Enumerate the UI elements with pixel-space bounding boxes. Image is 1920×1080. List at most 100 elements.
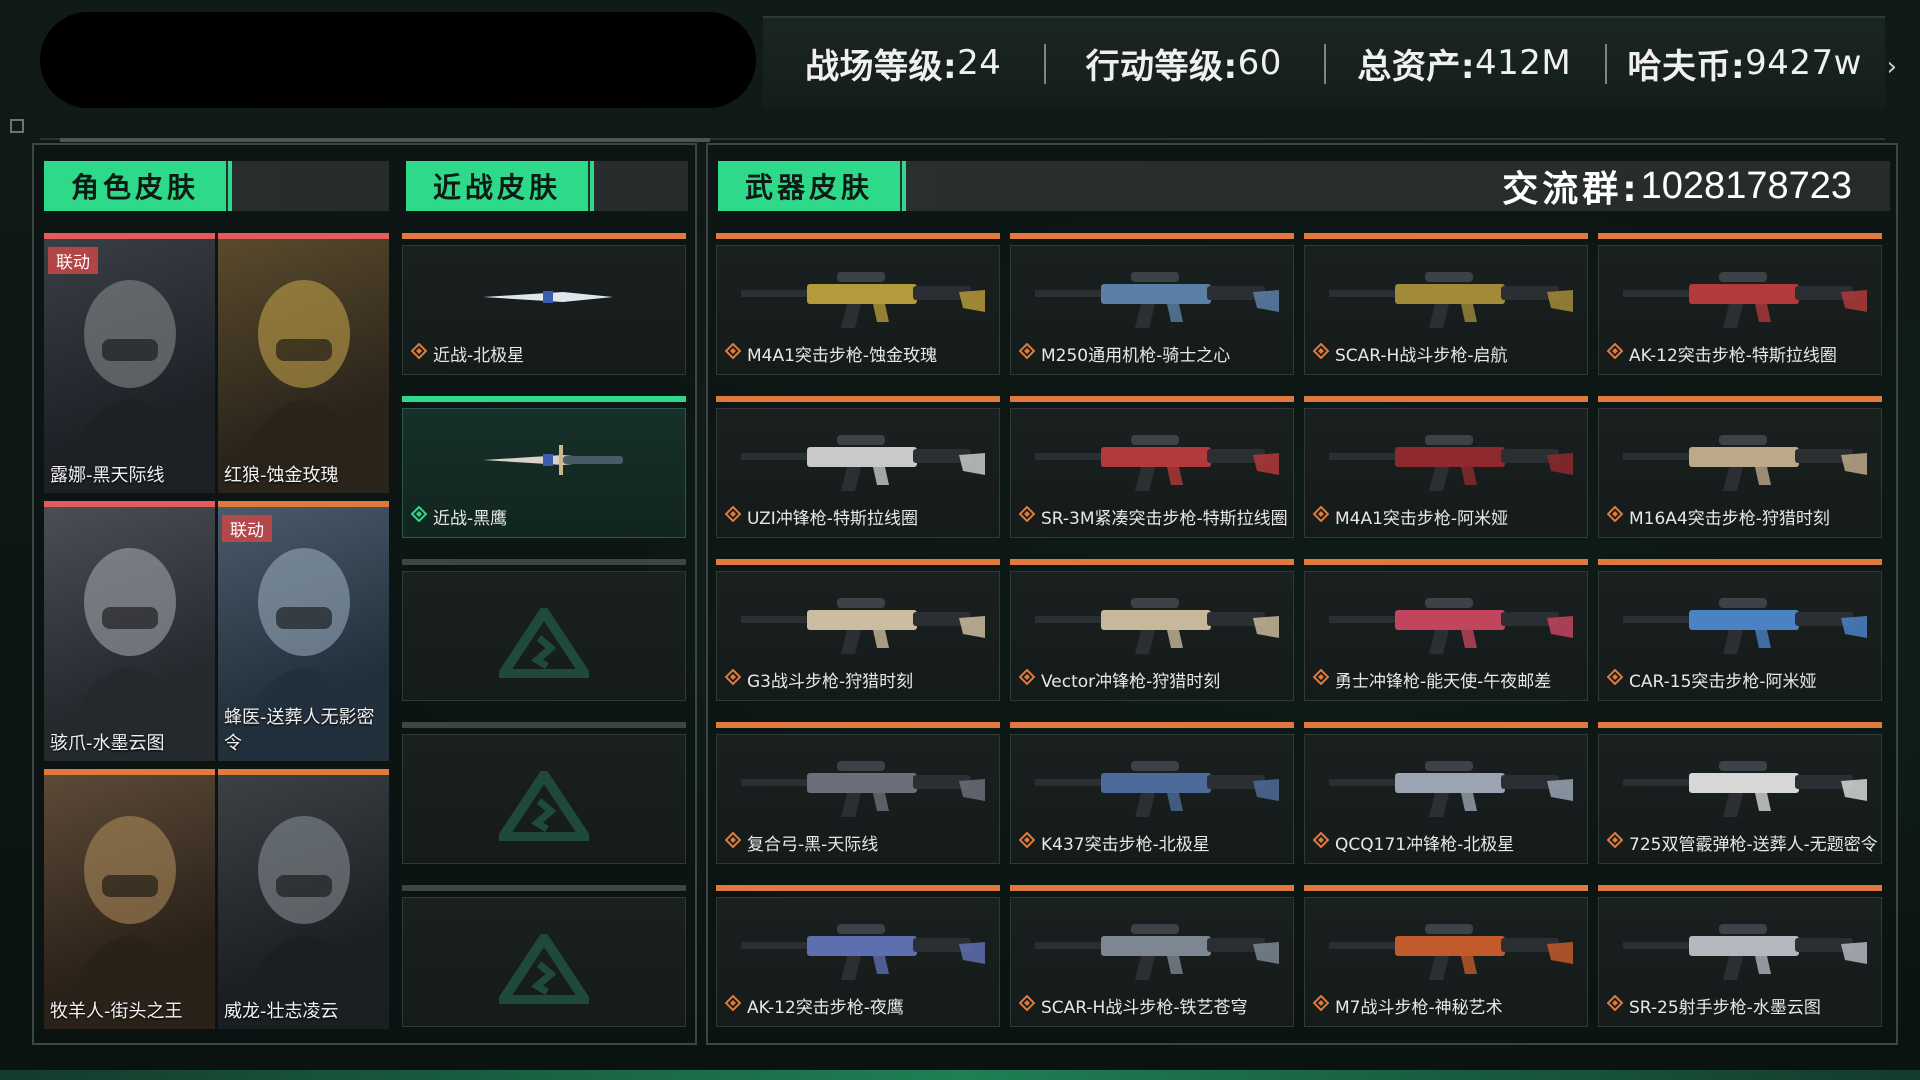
character-name: 牧羊人-街头之王 bbox=[50, 1001, 183, 1022]
weapon-skin-name: SCAR-H战斗步枪-启航 bbox=[1335, 346, 1508, 366]
weapon-skin-card[interactable]: M4A1突击步枪-蚀金玫瑰 bbox=[716, 233, 1000, 375]
weapon-skin-label: Vector冲锋枪-狩猎时刻 bbox=[1019, 667, 1220, 692]
weapon-skin-label: 勇士冲锋枪-能天使-午夜邮差 bbox=[1313, 667, 1551, 692]
card-body bbox=[402, 734, 686, 864]
melee-skin-card[interactable]: 近战-黑鹰 bbox=[402, 396, 686, 538]
weapon-skin-card[interactable]: QCQ171冲锋枪-北极星 bbox=[1304, 722, 1588, 864]
stat-label: 总资产: bbox=[1357, 46, 1475, 87]
weapon-skin-card[interactable]: Vector冲锋枪-狩猎时刻 bbox=[1010, 559, 1294, 701]
weapon-image bbox=[1035, 761, 1279, 817]
weapon-skin-card[interactable]: UZI冲锋枪-特斯拉线圈 bbox=[716, 396, 1000, 538]
melee-empty-slot[interactable] bbox=[402, 885, 686, 1027]
stat-label: 行动等级: bbox=[1085, 46, 1238, 87]
melee-skin-name: 近战-黑鹰 bbox=[433, 509, 508, 529]
weapon-image bbox=[1623, 435, 1867, 491]
rarity-icon bbox=[725, 995, 741, 1016]
weapon-image bbox=[1329, 598, 1573, 654]
character-card[interactable]: 威龙-壮志凌云 bbox=[218, 769, 389, 1029]
group-chat-title: 交流群: bbox=[1502, 169, 1641, 210]
melee-skin-card[interactable]: 近战-北极星 bbox=[402, 233, 686, 375]
weapon-skin-label: CAR-15突击步枪-阿米娅 bbox=[1607, 667, 1817, 692]
weapon-image bbox=[1623, 598, 1867, 654]
card-body: M4A1突击步枪-蚀金玫瑰 bbox=[716, 245, 1000, 375]
melee-empty-slot[interactable] bbox=[402, 722, 686, 864]
weapon-skin-card[interactable]: 勇士冲锋枪-能天使-午夜邮差 bbox=[1304, 559, 1588, 701]
collab-badge: 联动 bbox=[222, 515, 272, 542]
weapon-skin-card[interactable]: SCAR-H战斗步枪-启航 bbox=[1304, 233, 1588, 375]
empty-slot-logo-icon bbox=[499, 934, 589, 1004]
character-card[interactable]: 牧羊人-街头之王 bbox=[44, 769, 215, 1029]
card-body: CAR-15突击步枪-阿米娅 bbox=[1598, 571, 1882, 701]
character-name: 露娜-黑天际线 bbox=[50, 465, 165, 486]
rarity-icon bbox=[1607, 343, 1623, 364]
tab-weapon-skins[interactable]: 武器皮肤 bbox=[718, 161, 906, 211]
stat-havoc-coins: 哈夫币: 9427w bbox=[1604, 18, 1886, 108]
bottom-accent-bar bbox=[0, 1070, 1920, 1080]
tab-melee-skins[interactable]: 近战皮肤 bbox=[406, 161, 594, 211]
character-card[interactable]: 联动 蜂医-送葬人无影密令 bbox=[218, 501, 389, 761]
rarity-icon bbox=[1313, 832, 1329, 853]
top-bar: 战场等级: 24 行动等级: 60 总资产: 412M 哈夫币: 9427w › bbox=[40, 12, 1897, 108]
weapon-image bbox=[1035, 272, 1279, 328]
weapon-skin-card[interactable]: 725双管霰弹枪-送葬人-无题密令 bbox=[1598, 722, 1882, 864]
weapon-skin-name: 勇士冲锋枪-能天使-午夜邮差 bbox=[1335, 672, 1552, 692]
weapon-skin-name: AK-12突击步枪-特斯拉线圈 bbox=[1629, 346, 1837, 366]
weapon-skin-card[interactable]: M4A1突击步枪-阿米娅 bbox=[1304, 396, 1588, 538]
character-portrait bbox=[44, 239, 215, 493]
stat-value: 9427w bbox=[1745, 43, 1862, 83]
weapon-skin-card[interactable]: CAR-15突击步枪-阿米娅 bbox=[1598, 559, 1882, 701]
card-body: SCAR-H战斗步枪-铁艺苍穹 bbox=[1010, 897, 1294, 1027]
tab-character-skins[interactable]: 角色皮肤 bbox=[44, 161, 232, 211]
weapon-skin-label: M16A4突击步枪-狩猎时刻 bbox=[1607, 504, 1830, 529]
weapon-skin-name: UZI冲锋枪-特斯拉线圈 bbox=[747, 509, 918, 529]
weapon-skin-name: AK-12突击步枪-夜鹰 bbox=[747, 998, 904, 1018]
rarity-icon bbox=[1607, 832, 1623, 853]
rarity-icon bbox=[1313, 995, 1329, 1016]
weapon-skin-card[interactable]: G3战斗步枪-狩猎时刻 bbox=[716, 559, 1000, 701]
card-body: QCQ171冲锋枪-北极星 bbox=[1304, 734, 1588, 864]
character-card[interactable]: 红狼-蚀金玫瑰 bbox=[218, 233, 389, 493]
weapon-skin-label: SCAR-H战斗步枪-铁艺苍穹 bbox=[1019, 993, 1247, 1018]
rarity-icon bbox=[1313, 669, 1329, 690]
weapon-skin-card[interactable]: M16A4突击步枪-狩猎时刻 bbox=[1598, 396, 1882, 538]
stat-label: 战场等级: bbox=[805, 46, 958, 87]
weapon-skin-card[interactable]: M7战斗步枪-神秘艺术 bbox=[1304, 885, 1588, 1027]
weapon-image bbox=[741, 924, 985, 980]
weapon-skin-card[interactable]: AK-12突击步枪-夜鹰 bbox=[716, 885, 1000, 1027]
weapon-skin-name: QCQ171冲锋枪-北极星 bbox=[1335, 835, 1515, 855]
weapon-image bbox=[1329, 435, 1573, 491]
weapon-skin-card[interactable]: K437突击步枪-北极星 bbox=[1010, 722, 1294, 864]
empty-slot-logo-icon bbox=[499, 608, 589, 678]
weapon-skin-card[interactable]: M250通用机枪-骑士之心 bbox=[1010, 233, 1294, 375]
divider-highlight bbox=[60, 138, 710, 142]
weapon-skin-label: QCQ171冲锋枪-北极星 bbox=[1313, 830, 1514, 855]
rarity-icon bbox=[411, 506, 427, 527]
melee-skin-label: 近战-北极星 bbox=[411, 341, 524, 366]
character-card[interactable]: 骇爪-水墨云图 bbox=[44, 501, 215, 761]
weapon-skin-name: M250通用机枪-骑士之心 bbox=[1041, 346, 1231, 366]
rarity-icon bbox=[411, 343, 427, 364]
card-body: 勇士冲锋枪-能天使-午夜邮差 bbox=[1304, 571, 1588, 701]
weapon-skin-card[interactable]: SR-3M紧凑突击步枪-特斯拉线圈 bbox=[1010, 396, 1294, 538]
weapon-skin-card[interactable]: SR-25射手步枪-水墨云图 bbox=[1598, 885, 1882, 1027]
group-chat-label: 交流群: 1028178723 bbox=[1502, 161, 1852, 211]
character-skin-header: 角色皮肤 bbox=[44, 161, 389, 211]
weapon-skin-card[interactable]: AK-12突击步枪-特斯拉线圈 bbox=[1598, 233, 1882, 375]
weapon-skin-name: Vector冲锋枪-狩猎时刻 bbox=[1041, 672, 1221, 692]
weapon-image bbox=[741, 272, 985, 328]
collab-badge: 联动 bbox=[48, 247, 98, 274]
weapon-skin-label: M7战斗步枪-神秘艺术 bbox=[1313, 993, 1503, 1018]
card-body: SR-25射手步枪-水墨云图 bbox=[1598, 897, 1882, 1027]
weapon-skin-card[interactable]: SCAR-H战斗步枪-铁艺苍穹 bbox=[1010, 885, 1294, 1027]
weapon-skin-label: K437突击步枪-北极星 bbox=[1019, 830, 1210, 855]
weapon-skin-card[interactable]: 复合弓-黑-天际线 bbox=[716, 722, 1000, 864]
weapon-skin-name: K437突击步枪-北极星 bbox=[1041, 835, 1210, 855]
weapon-skin-label: M4A1突击步枪-蚀金玫瑰 bbox=[725, 341, 937, 366]
chevron-right-icon[interactable]: › bbox=[1887, 52, 1897, 82]
card-body: AK-12突击步枪-特斯拉线圈 bbox=[1598, 245, 1882, 375]
melee-empty-slot[interactable] bbox=[402, 559, 686, 701]
empty-slot-logo-icon bbox=[499, 771, 589, 841]
weapon-skin-name: SR-3M紧凑突击步枪-特斯拉线圈 bbox=[1041, 509, 1288, 529]
weapon-skin-label: SR-3M紧凑突击步枪-特斯拉线圈 bbox=[1019, 504, 1288, 529]
character-card[interactable]: 联动露娜-黑天际线 bbox=[44, 233, 215, 493]
